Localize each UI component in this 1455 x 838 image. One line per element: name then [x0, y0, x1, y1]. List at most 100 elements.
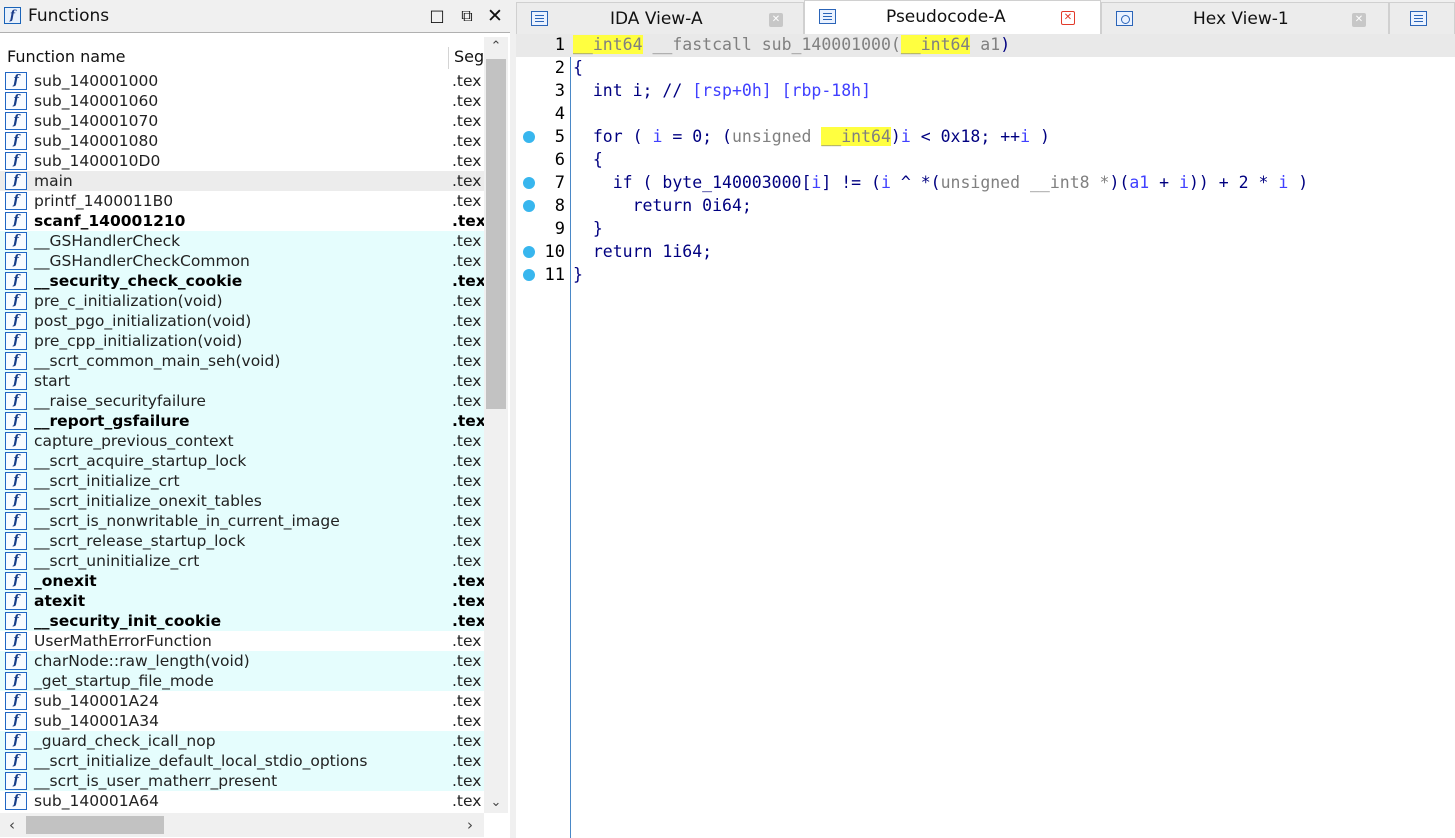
function-segment: .tex	[452, 492, 482, 510]
function-row[interactable]: f start .tex	[0, 371, 484, 391]
tab-pseudocode-a[interactable]: Pseudocode-A ✕	[804, 0, 1101, 35]
scroll-up-icon[interactable]: ⌃	[484, 37, 508, 57]
close-tab-icon[interactable]: ✕	[1061, 11, 1075, 25]
function-row[interactable]: f __scrt_initialize_crt .tex	[0, 471, 484, 491]
function-row[interactable]: f __scrt_initialize_onexit_tables .tex	[0, 491, 484, 511]
maximize-icon[interactable]: □	[426, 5, 448, 27]
function-row[interactable]: f sub_140001A34 .tex	[0, 711, 484, 731]
code-line[interactable]: 1 __int64 __fastcall sub_140001000(__int…	[516, 34, 1455, 57]
function-row[interactable]: f __scrt_is_user_matherr_present .tex	[0, 771, 484, 791]
tab-hex-view-1[interactable]: Hex View-1 ✕	[1101, 2, 1389, 34]
function-row[interactable]: f __security_init_cookie .tex	[0, 611, 484, 631]
view-tabbar: IDA View-A ✕ Pseudocode-A ✕ Hex View-1 ✕	[516, 0, 1455, 35]
function-row[interactable]: f main .tex	[0, 171, 484, 191]
horizontal-scroll-thumb[interactable]	[26, 816, 164, 834]
vertical-scrollbar[interactable]: ⌃ ⌄	[484, 37, 508, 813]
function-row[interactable]: f sub_140001060 .tex	[0, 91, 484, 111]
tab-ida-view-a[interactable]: IDA View-A ✕	[516, 2, 804, 34]
function-name: __scrt_initialize_default_local_stdio_op…	[34, 752, 368, 770]
function-name: _guard_check_icall_nop	[34, 732, 216, 750]
breakpoint-marker[interactable]	[523, 177, 535, 189]
pseudocode-view[interactable]: 1 __int64 __fastcall sub_140001000(__int…	[516, 34, 1455, 838]
function-row[interactable]: f __scrt_uninitialize_crt .tex	[0, 551, 484, 571]
function-row[interactable]: f capture_previous_context .tex	[0, 431, 484, 451]
function-name: __scrt_release_startup_lock	[34, 532, 246, 550]
code-text[interactable]: __int64 __fastcall sub_140001000(__int64…	[573, 35, 1010, 54]
hex-view-icon	[1116, 11, 1133, 26]
function-icon: f	[5, 452, 27, 470]
function-row[interactable]: f sub_140001000 .tex	[0, 71, 484, 91]
code-text[interactable]: {	[573, 58, 583, 77]
function-row[interactable]: f __report_gsfailure .tex	[0, 411, 484, 431]
function-segment: .tex	[452, 252, 482, 270]
function-row[interactable]: f sub_140001080 .tex	[0, 131, 484, 151]
function-name: __security_init_cookie	[34, 612, 222, 630]
function-row[interactable]: f _guard_check_icall_nop .tex	[0, 731, 484, 751]
code-text[interactable]: int i; // [rsp+0h] [rbp-18h]	[573, 81, 871, 100]
function-row[interactable]: f __scrt_acquire_startup_lock .tex	[0, 451, 484, 471]
tab-label: IDA View-A	[610, 9, 703, 29]
close-tab-icon[interactable]: ✕	[1352, 13, 1366, 27]
function-row[interactable]: f atexit .tex	[0, 591, 484, 611]
column-header-function-name[interactable]: Function name	[7, 47, 126, 66]
function-row[interactable]: f scanf_140001210 .tex	[0, 211, 484, 231]
tab-more[interactable]	[1389, 2, 1455, 34]
code-line[interactable]: 10 return 1i64;	[516, 241, 1455, 264]
function-row[interactable]: f sub_140001A24 .tex	[0, 691, 484, 711]
function-row[interactable]: f __GSHandlerCheckCommon .tex	[0, 251, 484, 271]
function-row[interactable]: f sub_1400010D0 .tex	[0, 151, 484, 171]
vertical-scroll-thumb[interactable]	[486, 59, 506, 409]
function-row[interactable]: f printf_1400011B0 .tex	[0, 191, 484, 211]
horizontal-scrollbar[interactable]: ‹ ›	[0, 813, 484, 837]
code-text[interactable]: if ( byte_140003000[i] != (i ^ *(unsigne…	[573, 173, 1308, 192]
column-header-segment[interactable]: Seg	[448, 47, 484, 69]
code-text[interactable]: }	[573, 219, 603, 238]
code-line[interactable]: 8 return 0i64;	[516, 195, 1455, 218]
function-row[interactable]: f pre_c_initialization(void) .tex	[0, 291, 484, 311]
function-row[interactable]: f sub_140001070 .tex	[0, 111, 484, 131]
code-line[interactable]: 4	[516, 103, 1455, 126]
function-row[interactable]: f __GSHandlerCheck .tex	[0, 231, 484, 251]
code-line[interactable]: 9 }	[516, 218, 1455, 241]
function-row[interactable]: f __scrt_common_main_seh(void) .tex	[0, 351, 484, 371]
functions-list: Function name Seg f sub_140001000 .tex f sub…	[0, 32, 510, 838]
close-tab-icon[interactable]: ✕	[769, 13, 783, 27]
code-text[interactable]: {	[573, 150, 603, 169]
code-text[interactable]: return 0i64;	[573, 196, 752, 215]
code-text[interactable]: for ( i = 0; (unsigned __int64)i < 0x18;…	[573, 127, 1050, 146]
breakpoint-marker[interactable]	[523, 131, 535, 143]
code-text[interactable]: }	[573, 265, 583, 284]
function-row[interactable]: f sub_140001A64 .tex	[0, 791, 484, 811]
function-row[interactable]: f _get_startup_file_mode .tex	[0, 671, 484, 691]
scroll-left-icon[interactable]: ‹	[0, 813, 24, 837]
functions-title: Functions	[28, 6, 110, 26]
code-line[interactable]: 6 {	[516, 149, 1455, 172]
function-segment: .tex	[452, 412, 484, 430]
breakpoint-marker[interactable]	[523, 200, 535, 212]
function-row[interactable]: f post_pgo_initialization(void) .tex	[0, 311, 484, 331]
function-row[interactable]: f __scrt_initialize_default_local_stdio_o…	[0, 751, 484, 771]
function-row[interactable]: f pre_cpp_initialization(void) .tex	[0, 331, 484, 351]
restore-icon[interactable]: ⧉	[456, 5, 478, 27]
breakpoint-marker[interactable]	[523, 269, 535, 281]
functions-rows: f sub_140001000 .tex f sub_140001060 .tex f sub…	[0, 71, 484, 813]
code-line[interactable]: 7 if ( byte_140003000[i] != (i ^ *(unsig…	[516, 172, 1455, 195]
function-row[interactable]: f __raise_securityfailure .tex	[0, 391, 484, 411]
code-line[interactable]: 3 int i; // [rsp+0h] [rbp-18h]	[516, 80, 1455, 103]
code-text[interactable]: return 1i64;	[573, 242, 712, 261]
breakpoint-marker[interactable]	[523, 246, 535, 258]
function-icon: f	[5, 312, 27, 330]
function-row[interactable]: f __security_check_cookie .tex	[0, 271, 484, 291]
code-line[interactable]: 11 }	[516, 264, 1455, 287]
close-icon[interactable]: ✕	[484, 5, 506, 27]
function-segment: .tex	[452, 532, 482, 550]
scroll-down-icon[interactable]: ⌄	[484, 793, 508, 813]
code-line[interactable]: 5 for ( i = 0; (unsigned __int64)i < 0x1…	[516, 126, 1455, 149]
function-row[interactable]: f _onexit .tex	[0, 571, 484, 591]
function-row[interactable]: f __scrt_is_nonwritable_in_current_image.…	[0, 511, 484, 531]
code-line[interactable]: 2 {	[516, 57, 1455, 80]
function-row[interactable]: f __scrt_release_startup_lock .tex	[0, 531, 484, 551]
scroll-right-icon[interactable]: ›	[458, 813, 482, 837]
function-row[interactable]: f charNode::raw_length(void) .tex	[0, 651, 484, 671]
function-row[interactable]: f UserMathErrorFunction .tex	[0, 631, 484, 651]
